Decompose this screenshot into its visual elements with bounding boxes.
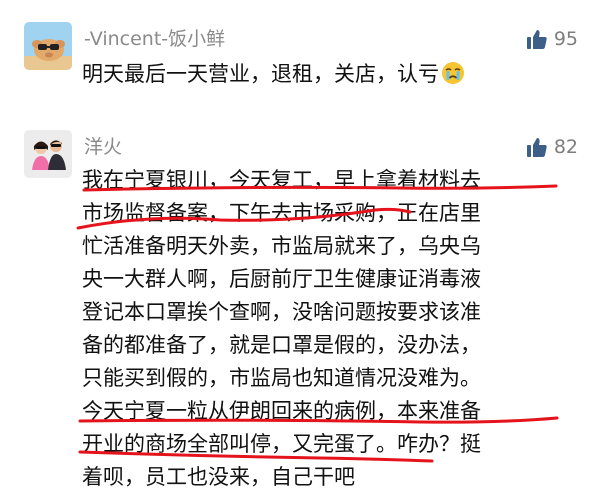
comment-line: 开业的商场全部叫停，又完蛋了。咋办？挺 <box>82 432 481 456</box>
like-count: 95 <box>553 28 578 50</box>
comment-line: 央一大群人啊，后厨前厅卫生健康证消毒液 <box>82 267 481 291</box>
comment-line: 备的都准备了，就是口罩是假的，没办法， <box>82 333 481 357</box>
crying-face-emoji <box>441 61 465 85</box>
comment-body: 明天最后一天营业，退租，关店，认亏 <box>82 58 582 91</box>
pig-with-sunglasses-avatar[interactable] <box>24 22 72 70</box>
like-button[interactable]: 82 <box>526 134 578 160</box>
like-button[interactable]: 95 <box>526 26 578 52</box>
like-count: 82 <box>553 136 578 158</box>
thumbs-up-icon <box>526 28 548 50</box>
comment-feed: -Vincent-饭小鲜 95 明天最后一天营业，退租，关店，认亏 洋火 82 … <box>0 0 600 500</box>
thumbs-up-icon <box>526 136 548 158</box>
comment-line: 明天最后一天营业，退租，关店，认亏 <box>82 62 439 86</box>
comment-line: 只能买到假的，市监局也知道情况没难为。 <box>82 366 481 390</box>
comment-line: 我在宁夏银川，今天复工，早上拿着材料去 <box>82 168 481 192</box>
comment-username[interactable]: 洋火 <box>84 134 122 160</box>
comment-line: 登记本口罩挨个查啊，没啥问题按要求该准 <box>82 300 481 324</box>
comment-line: 忙活准备明天外卖，市监局就来了，乌央乌 <box>82 234 481 258</box>
comment-line: 着呗，员工也没来，自己干吧 <box>82 465 355 489</box>
couple-photo-avatar[interactable] <box>24 130 72 178</box>
comment-username[interactable]: -Vincent-饭小鲜 <box>84 26 225 52</box>
comment-body: 我在宁夏银川，今天复工，早上拿着材料去 市场监督备案，下午去市场采购，正在店里 … <box>82 164 582 494</box>
comment-line: 市场监督备案，下午去市场采购，正在店里 <box>82 201 481 225</box>
comment-line: 今天宁夏一粒从伊朗回来的病例，本来准备 <box>82 399 481 423</box>
